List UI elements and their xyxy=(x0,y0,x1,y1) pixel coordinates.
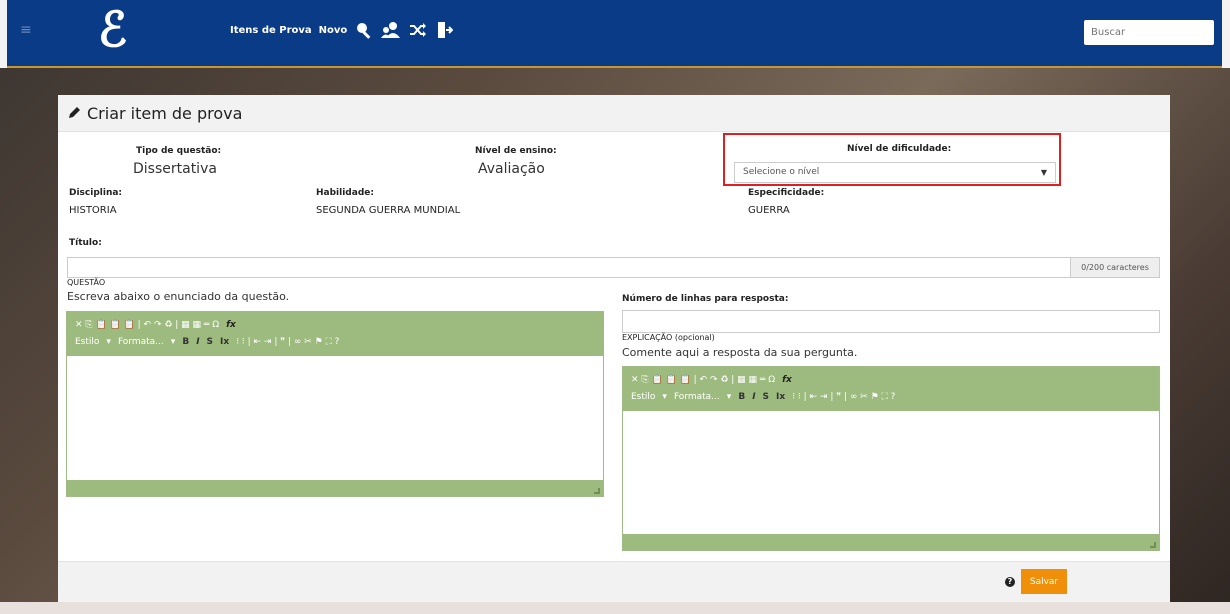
format-dropdown[interactable]: Formata... xyxy=(674,392,720,402)
disciplina-label: Disciplina: xyxy=(69,188,123,198)
save-button[interactable]: Salvar xyxy=(1021,569,1067,594)
toolbar-row-1[interactable]: ✕ ⎘ 📋 📋 📋 | ↶ ↷ ♻ | ▦ ▦ ═ Ω fx xyxy=(75,316,595,333)
explicacao-label: EXPLICAÇÃO (opcional) xyxy=(622,333,715,342)
questao-instruction: Escreva abaixo o enunciado da questão. xyxy=(67,290,290,303)
titulo-input[interactable] xyxy=(67,257,1071,278)
nav-itens-de-prova[interactable]: Itens de Prova xyxy=(230,25,312,36)
navbar-right-edge xyxy=(1222,0,1230,68)
strike-button[interactable]: S xyxy=(763,392,769,402)
dropdown-arrow-icon: ▼ xyxy=(1040,168,1047,177)
strike-button[interactable]: S xyxy=(207,337,213,347)
app-logo[interactable]: ℰ xyxy=(98,2,127,58)
explicacao-text-area[interactable] xyxy=(623,411,1159,534)
chevron-down-icon[interactable]: ▾ xyxy=(106,337,111,347)
format-dropdown[interactable]: Formata... xyxy=(118,337,164,347)
logout-icon[interactable] xyxy=(435,20,455,40)
titulo-label: Título: xyxy=(69,238,102,248)
nivel-ensino-value: Avaliação xyxy=(478,161,545,177)
resize-handle-icon[interactable] xyxy=(1150,542,1156,548)
editor-toolbar: ✕ ⎘ 📋 📋 📋 | ↶ ↷ ♻ | ▦ ▦ ═ Ω fx Estilo ▾ … xyxy=(67,312,603,356)
disciplina-value: HISTORIA xyxy=(69,205,117,216)
titulo-counter: 0/200 caracteres xyxy=(1070,257,1160,278)
questao-section-label: QUESTÃO xyxy=(67,278,106,287)
formula-icon[interactable]: fx xyxy=(226,320,236,330)
search-input[interactable] xyxy=(1084,20,1214,45)
chevron-down-icon[interactable]: ▾ xyxy=(171,337,176,347)
page-title: Criar item de prova xyxy=(87,103,243,123)
clear-format-button[interactable]: Ix xyxy=(776,392,785,402)
explicacao-editor[interactable]: ✕ ⎘ 📋 📋 📋 | ↶ ↷ ♻ | ▦ ▦ ═ Ω fx Estilo ▾ … xyxy=(622,366,1160,551)
italic-button[interactable]: I xyxy=(752,392,755,402)
nav-novo[interactable]: Novo xyxy=(319,25,348,36)
select-value: Selecione o nível xyxy=(743,167,820,177)
italic-button[interactable]: I xyxy=(196,337,199,347)
pencil-icon xyxy=(68,104,81,123)
bold-button[interactable]: B xyxy=(738,392,745,402)
especificidade-label: Especificidade: xyxy=(748,188,825,198)
chevron-down-icon[interactable]: ▾ xyxy=(727,392,732,402)
hamburger-icon[interactable]: ≡ xyxy=(20,23,34,37)
nivel-dificuldade-select[interactable]: Selecione o nível ▼ xyxy=(734,162,1056,183)
linhas-resposta-label: Número de linhas para resposta: xyxy=(622,294,789,304)
nivel-dificuldade-label: Nível de dificuldade: xyxy=(847,144,952,154)
create-item-card: Criar item de prova Tipo de questão: Dis… xyxy=(58,95,1170,607)
page-bottom-strip xyxy=(0,602,1230,614)
toolbar-row-1[interactable]: ✕ ⎘ 📋 📋 📋 | ↶ ↷ ♻ | ▦ ▦ ═ Ω fx xyxy=(631,371,1151,388)
tipo-questao-label: Tipo de questão: xyxy=(136,146,222,156)
especificidade-value: GUERRA xyxy=(748,205,790,216)
nav-menu: Itens de Prova Novo xyxy=(230,20,455,40)
style-dropdown[interactable]: Estilo xyxy=(75,337,99,347)
editor-toolbar: ✕ ⎘ 📋 📋 📋 | ↶ ↷ ♻ | ▦ ▦ ═ Ω fx Estilo ▾ … xyxy=(623,367,1159,411)
card-footer xyxy=(58,561,1170,607)
nivel-ensino-label: Nível de ensino: xyxy=(475,146,557,156)
tipo-questao-value: Dissertativa xyxy=(133,161,217,177)
shuffle-icon[interactable] xyxy=(408,20,428,40)
formula-icon[interactable]: fx xyxy=(782,375,792,385)
clear-format-button[interactable]: Ix xyxy=(220,337,229,347)
help-icon[interactable]: ? xyxy=(1005,577,1015,587)
navbar-left-edge xyxy=(0,0,7,68)
users-icon[interactable] xyxy=(381,20,401,40)
resize-handle-icon[interactable] xyxy=(594,488,600,494)
toolbar-row-2[interactable]: Estilo ▾ Formata... ▾ B I S Ix ⁝ ⁝ | ⇤ ⇥… xyxy=(631,388,1151,405)
editor-footer xyxy=(67,480,603,496)
habilidade-label: Habilidade: xyxy=(316,188,374,198)
editor-footer xyxy=(623,534,1159,550)
toolbar-row-2[interactable]: Estilo ▾ Formata... ▾ B I S Ix ⁝ ⁝ | ⇤ ⇥… xyxy=(75,333,595,350)
linhas-resposta-input[interactable] xyxy=(622,310,1160,333)
style-dropdown[interactable]: Estilo xyxy=(631,392,655,402)
explicacao-instruction: Comente aqui a resposta da sua pergunta. xyxy=(622,346,858,359)
chevron-down-icon[interactable]: ▾ xyxy=(662,392,667,402)
bold-button[interactable]: B xyxy=(182,337,189,347)
card-header: Criar item de prova xyxy=(58,95,1170,132)
questao-editor[interactable]: ✕ ⎘ 📋 📋 📋 | ↶ ↷ ♻ | ▦ ▦ ═ Ω fx Estilo ▾ … xyxy=(66,311,604,497)
top-navbar: ≡ ℰ Itens de Prova Novo xyxy=(0,0,1230,68)
search-icon[interactable] xyxy=(354,20,374,40)
questao-text-area[interactable] xyxy=(67,356,603,480)
habilidade-value: SEGUNDA GUERRA MUNDIAL xyxy=(316,205,461,216)
